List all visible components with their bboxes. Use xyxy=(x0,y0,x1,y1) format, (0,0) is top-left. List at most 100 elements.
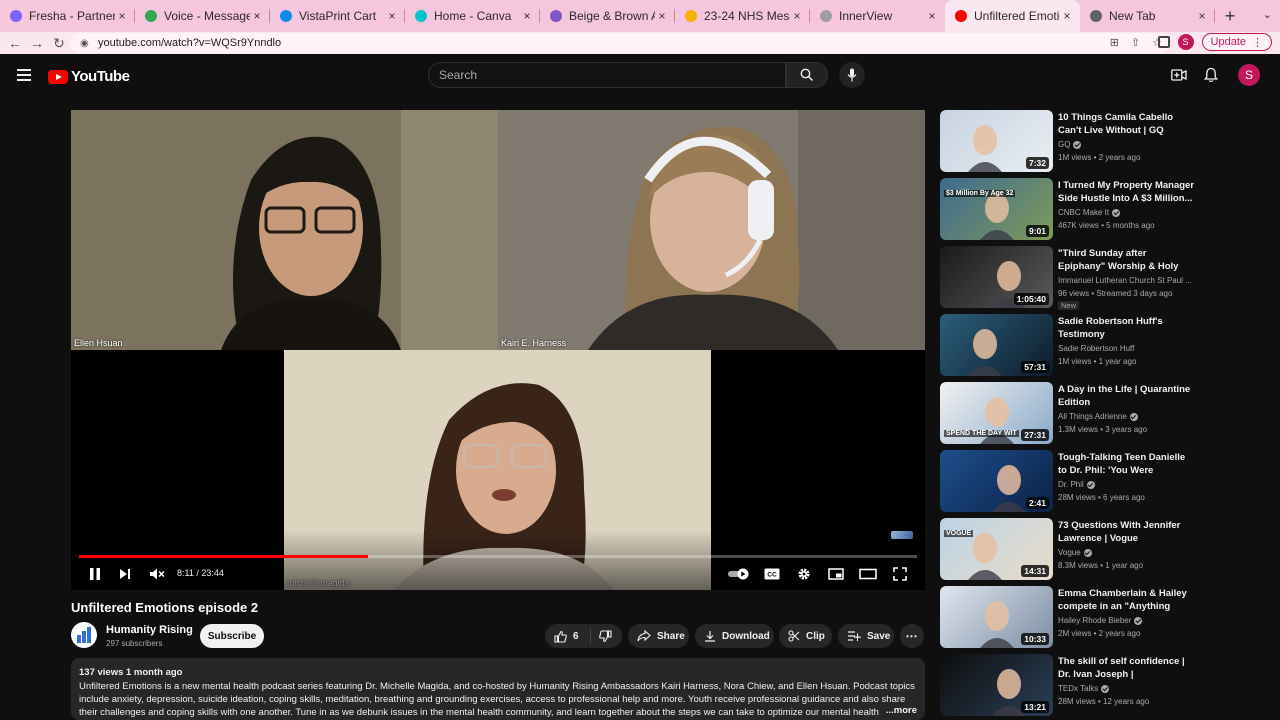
mute-button[interactable] xyxy=(147,565,167,583)
recommended-video-title[interactable]: 10 Things Camila Cabello Can't Live With… xyxy=(1058,111,1194,137)
recommended-video[interactable]: 7:32 10 Things Camila Cabello Can't Live … xyxy=(940,110,1260,172)
video-thumbnail[interactable]: $3 Million By Age 32 9:01 xyxy=(940,178,1053,240)
recommended-video-title[interactable]: I Turned My Property Manager Side Hustle… xyxy=(1058,179,1194,205)
recommended-video[interactable]: 57:31 Sadie Robertson Huff's Testimony Sad… xyxy=(940,314,1260,376)
recommended-video[interactable]: 10:33 Emma Chamberlain & Hailey compete i… xyxy=(940,586,1260,648)
recommended-video-title[interactable]: Sadie Robertson Huff's Testimony xyxy=(1058,315,1194,341)
youtube-logo[interactable]: YouTube xyxy=(48,68,130,85)
notifications-bell-icon[interactable] xyxy=(1202,66,1220,84)
share-button[interactable]: Share xyxy=(628,624,689,648)
side-panel-icon[interactable] xyxy=(1157,36,1170,48)
tab-close-icon[interactable]: × xyxy=(385,9,399,23)
video-thumbnail[interactable]: 57:31 xyxy=(940,314,1053,376)
theater-mode-button[interactable] xyxy=(858,565,878,583)
video-title: Unfiltered Emotions episode 2 xyxy=(71,600,259,615)
recommended-video[interactable]: VOGUE 14:31 73 Questions With Jennifer Law… xyxy=(940,518,1260,580)
settings-button[interactable] xyxy=(794,565,814,583)
participant-tile-ellen: Ellen Hsuan xyxy=(71,110,498,350)
recommended-channel[interactable]: CNBC Make It xyxy=(1058,208,1121,217)
recommended-video[interactable]: SPEND THE DAY WIT 27:31 A Day in the Life … xyxy=(940,382,1260,444)
video-thumbnail[interactable]: 10:33 xyxy=(940,586,1053,648)
description-box[interactable]: 137 views 1 month ago Unfiltered Emotion… xyxy=(71,658,925,720)
recommended-channel[interactable]: All Things Adrienne xyxy=(1058,412,1138,421)
video-thumbnail[interactable]: 1:05:40 xyxy=(940,246,1053,308)
recommended-channel[interactable]: Sadie Robertson Huff xyxy=(1058,344,1134,353)
recommended-channel[interactable]: Hailey Rhode Bieber xyxy=(1058,616,1143,625)
channel-name[interactable]: Humanity Rising xyxy=(106,624,193,636)
voice-search-button[interactable] xyxy=(839,62,865,88)
install-icon[interactable]: ⊞ xyxy=(1110,36,1119,49)
recommended-video-title[interactable]: 73 Questions With Jennifer Lawrence | Vo… xyxy=(1058,519,1194,545)
tab-search-icon[interactable]: ⌄ xyxy=(1263,8,1272,21)
browser-tab[interactable]: Beige & Brown Aesthetic× xyxy=(540,0,675,32)
browser-tab[interactable]: VistaPrint Cart × xyxy=(270,0,405,32)
video-thumbnail[interactable]: 2:41 xyxy=(940,450,1053,512)
recommended-channel[interactable]: Vogue xyxy=(1058,548,1092,557)
tab-close-icon[interactable]: × xyxy=(115,9,129,23)
tab-close-icon[interactable]: × xyxy=(520,9,534,23)
recommended-video[interactable]: 1:05:40 "Third Sunday after Epiphany" Wor… xyxy=(940,246,1260,310)
forward-icon[interactable]: → xyxy=(26,35,48,51)
recommended-video[interactable]: 2:41 Tough-Talking Teen Danielle to Dr. P… xyxy=(940,450,1260,512)
recommended-channel[interactable]: Immanuel Lutheran Church St Paul ... xyxy=(1058,276,1192,285)
new-tab-button[interactable]: + xyxy=(1215,0,1245,32)
download-button[interactable]: Download xyxy=(695,624,774,648)
subtitles-button[interactable]: CC xyxy=(762,565,782,583)
thumbs-up-icon xyxy=(554,630,567,643)
video-thumbnail[interactable]: SPEND THE DAY WIT 27:31 xyxy=(940,382,1053,444)
browser-tab[interactable]: Fresha - Partner Accou× xyxy=(0,0,135,32)
like-button[interactable]: 6 xyxy=(545,628,591,644)
update-button[interactable]: Update ⋮ xyxy=(1201,33,1272,51)
recommended-channel[interactable]: Dr. Phil xyxy=(1058,480,1095,489)
site-info-icon[interactable]: ◉ xyxy=(80,38,90,49)
menu-icon[interactable] xyxy=(17,69,31,84)
browser-tab[interactable]: Unfiltered Emotions ep× xyxy=(945,0,1080,32)
video-player[interactable]: Ellen Hsuan Kairi E. Harness michellemag… xyxy=(71,110,925,590)
tab-close-icon[interactable]: × xyxy=(1060,9,1074,23)
recommended-channel[interactable]: TEDx Talks xyxy=(1058,684,1110,693)
next-button[interactable] xyxy=(115,565,135,583)
url-bar[interactable]: ◉ youtube.com/watch?v=WQSr9Ynndlo ⊞ ⇧ ☆ xyxy=(70,33,1170,53)
recommended-video[interactable]: $3 Million By Age 32 9:01 I Turned My Prop… xyxy=(940,178,1260,240)
fullscreen-button[interactable] xyxy=(890,565,910,583)
search-input[interactable]: Search xyxy=(428,62,786,88)
recommended-video-title[interactable]: A Day in the Life | Quarantine Edition xyxy=(1058,383,1194,409)
autoplay-toggle[interactable] xyxy=(727,565,751,583)
recommended-video-title[interactable]: "Third Sunday after Epiphany" Worship & … xyxy=(1058,247,1194,273)
tab-close-icon[interactable]: × xyxy=(925,9,939,23)
video-thumbnail[interactable]: VOGUE 14:31 xyxy=(940,518,1053,580)
more-actions-button[interactable]: ⋯ xyxy=(900,624,924,648)
miniplayer-button[interactable] xyxy=(826,565,846,583)
tab-close-icon[interactable]: × xyxy=(655,9,669,23)
profile-avatar[interactable]: S xyxy=(1177,34,1194,50)
channel-avatar[interactable] xyxy=(71,622,97,648)
recommended-video-title[interactable]: The skill of self confidence | Dr. Ivan … xyxy=(1058,655,1194,681)
browser-tab[interactable]: 23-24 NHS Message Bo× xyxy=(675,0,810,32)
reload-icon[interactable]: ↻ xyxy=(48,35,70,52)
subscribe-button[interactable]: Subscribe xyxy=(200,624,264,648)
save-button[interactable]: Save xyxy=(838,624,894,648)
tab-close-icon[interactable]: × xyxy=(790,9,804,23)
progress-bar[interactable] xyxy=(79,555,917,558)
tab-close-icon[interactable]: × xyxy=(1195,9,1209,23)
share-page-icon[interactable]: ⇧ xyxy=(1131,36,1140,49)
create-video-icon[interactable] xyxy=(1170,66,1188,84)
pause-button[interactable] xyxy=(85,565,105,583)
recommended-channel[interactable]: GQ xyxy=(1058,140,1082,149)
video-thumbnail[interactable]: 7:32 xyxy=(940,110,1053,172)
browser-tab[interactable]: Home - Canva × xyxy=(405,0,540,32)
browser-tab[interactable]: Voice - Messages × xyxy=(135,0,270,32)
browser-tab[interactable]: New Tab × xyxy=(1080,0,1215,32)
dislike-button[interactable] xyxy=(591,629,612,643)
back-icon[interactable]: ← xyxy=(4,35,26,51)
search-button[interactable] xyxy=(786,62,828,88)
show-more-link[interactable]: ...more xyxy=(881,704,917,717)
recommended-video[interactable]: 13:21 The skill of self confidence | Dr. … xyxy=(940,654,1260,716)
clip-button[interactable]: Clip xyxy=(779,624,832,648)
account-avatar[interactable]: S xyxy=(1238,64,1260,86)
recommended-video-title[interactable]: Tough-Talking Teen Danielle to Dr. Phil:… xyxy=(1058,451,1194,477)
browser-tab[interactable]: InnerView × xyxy=(810,0,945,32)
tab-close-icon[interactable]: × xyxy=(250,9,264,23)
recommended-video-title[interactable]: Emma Chamberlain & Hailey compete in an … xyxy=(1058,587,1194,613)
video-thumbnail[interactable]: 13:21 xyxy=(940,654,1053,716)
